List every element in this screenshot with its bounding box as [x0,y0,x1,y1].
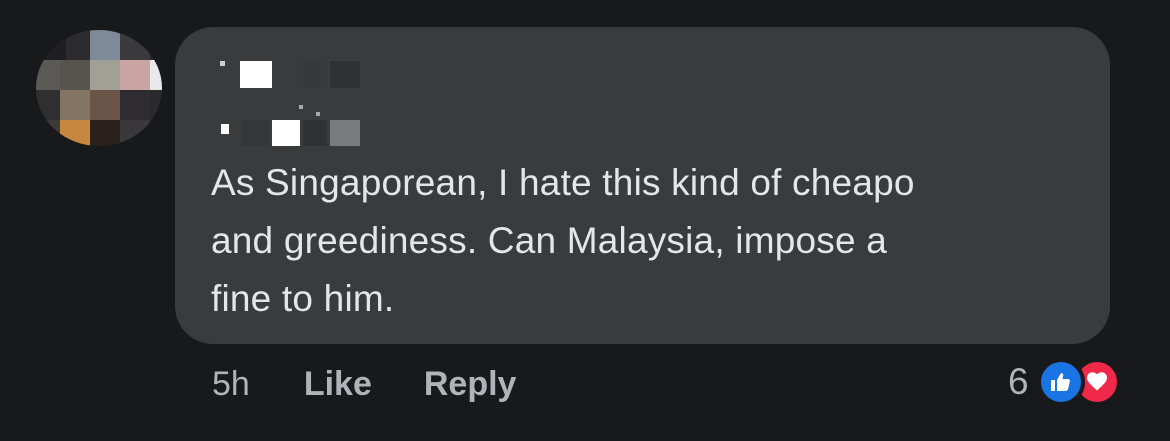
redacted-name-block [330,61,360,88]
avatar-pixel [120,30,150,60]
reaction-count: 6 [1008,361,1029,402]
avatar-pixel [90,120,120,146]
like-button[interactable]: Like [304,365,372,404]
comment-timestamp[interactable]: 5h [212,365,250,404]
redacted-name-block [299,105,303,109]
avatar-pixel [90,30,120,60]
avatar-pixel [60,90,90,120]
redacted-name-block [303,120,327,146]
avatar-pixel [60,120,90,146]
avatar-pixel [60,60,90,90]
comment-bubble: As Singaporean, I hate this kind of chea… [175,27,1110,344]
avatar-pixel [90,60,120,90]
comment-actions: 5h Like Reply [212,362,516,406]
redacted-name-block [220,61,225,66]
redacted-name-block [316,112,320,116]
avatar-pixel [90,90,120,120]
like-icon [1036,358,1085,406]
avatar-pixel [120,90,150,120]
avatar-pixel [120,120,150,146]
avatar-pixel [36,30,66,60]
avatar-pixel [150,60,162,90]
redacted-name-block [272,120,300,146]
reply-button[interactable]: Reply [424,365,517,404]
redacted-name-block [297,61,327,88]
redacted-name-block[interactable] [240,61,272,88]
avatar-pixel [120,60,150,90]
redacted-name-block [330,120,360,146]
redacted-name-block [241,120,269,146]
reaction-summary[interactable]: 6 [1008,358,1121,406]
comment-text: As Singaporean, I hate this kind of chea… [211,162,915,319]
avatar[interactable] [36,30,162,146]
redacted-name-block [221,124,229,134]
